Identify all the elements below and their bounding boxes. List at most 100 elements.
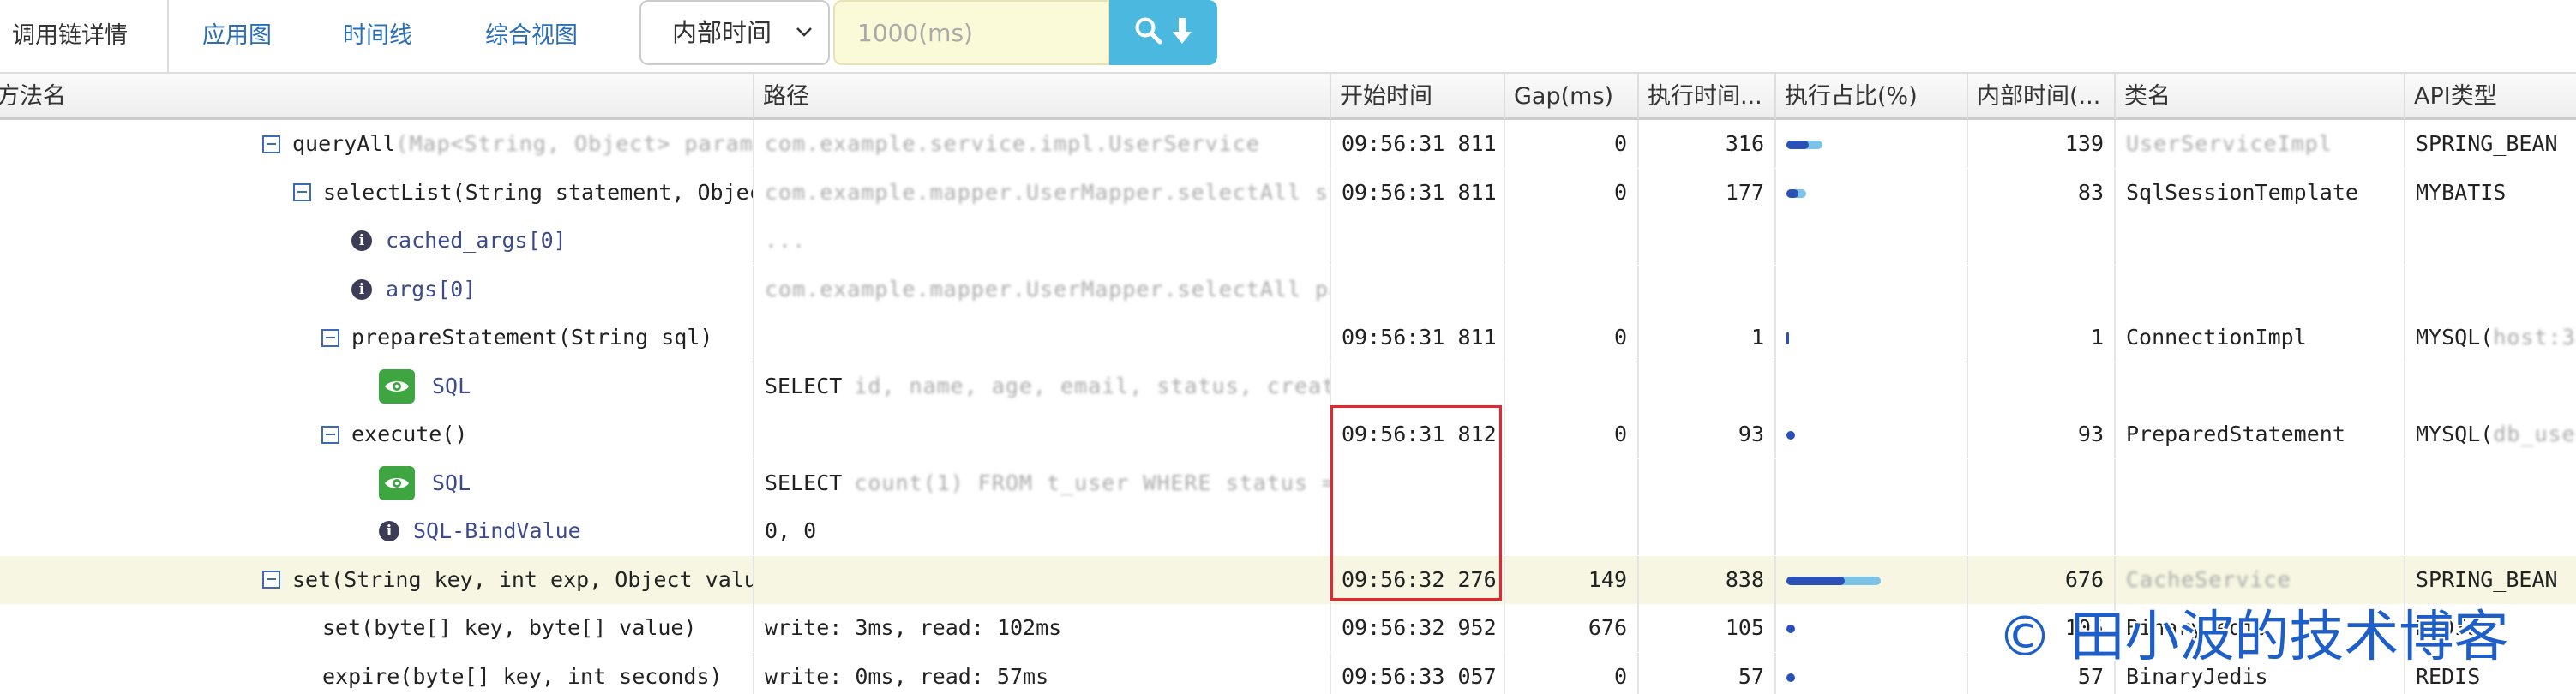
method-label[interactable]: args[0] [386,266,476,314]
start-time-cell [1331,362,1505,410]
path-cell: com.example.service.impl.UserService [754,120,1331,168]
col-header-class-name[interactable]: 类名 [2116,74,2405,119]
tab-call-chain-detail[interactable]: 调用链详情 [0,0,169,72]
ratio-bar-cell [1776,458,1968,507]
start-time-cell-text: 09:56:31 811 [1342,325,1497,350]
api-type-cell-text: REDIS [2416,663,2481,689]
method-label: set(byte[] key, byte[] value) [322,615,697,640]
collapse-toggle-icon[interactable] [321,425,339,444]
gap-cell: 0 [1505,652,1639,694]
table-row[interactable]: i cached_args[0]... [0,217,2576,265]
path-cell: SELECT count(1) FROM t_user WHERE status … [754,458,1331,507]
threshold-input[interactable] [833,0,1109,65]
class-name-cell: BinaryJedis [2116,652,2405,694]
class-name-cell [2116,265,2405,314]
col-header-exec-ratio[interactable]: 执行占比(%) [1776,74,1968,119]
ratio-bar [1786,576,1881,585]
start-time-cell [1331,265,1505,314]
table-row[interactable]: queryAll (Map<String, Object> param) com.e… [0,120,2576,168]
method-cell: set(byte[] key, byte[] value) [0,604,754,652]
api-target-redacted: db_user) [2493,422,2576,446]
class-name-cell-text: SqlSessionTemplate [2126,179,2358,205]
self-time-cell [1968,362,2116,410]
path-cell-text: 0, 0 [765,518,817,543]
api-type-cell-text: MYSQL( [2416,422,2494,446]
filter-search-button[interactable] [1109,0,1217,65]
table-row[interactable]: SQL SELECT id, name, age, email, status, c… [0,362,2576,410]
class-name-cell-text: CacheService [2126,566,2291,592]
method-cell: selectList(String statement, Object para… [0,168,754,217]
api-type-cell-text: REDIS [2416,615,2481,640]
col-header-exec-time[interactable]: 执行时间... [1639,74,1776,119]
collapse-toggle-icon[interactable] [321,328,339,347]
exec-time-cell: 316 [1639,120,1776,168]
api-type-cell-text: MYSQL( [2416,325,2494,350]
col-header-self-time[interactable]: 内部时间(... [1968,74,2116,119]
tab-app-graph[interactable]: 应用图 [202,0,272,72]
collapse-toggle-icon[interactable] [262,135,280,153]
gap-cell: 0 [1505,120,1639,168]
table-row[interactable]: expire(byte[] key, int seconds) write: 0m… [0,652,2576,694]
table-row[interactable]: i args[0] com.example.mapper.UserMapper.se… [0,265,2576,314]
ratio-bar [1786,431,1795,440]
exec-time-cell: 105 [1639,604,1776,652]
collapse-toggle-icon[interactable] [293,183,311,201]
start-time-cell: 09:56:31 811 [1331,314,1505,362]
table-row[interactable]: set(String key, int exp, Object value) 09… [0,555,2576,604]
exec-time-cell: 177 [1639,168,1776,217]
exec-time-cell: 1 [1639,314,1776,362]
tab-combined-view[interactable]: 综合视图 [485,0,578,72]
eye-icon[interactable] [379,465,415,500]
api-type-cell: MYSQL(db_user) [2405,410,2576,458]
col-header-api-type[interactable]: API类型 [2405,74,2576,119]
info-icon: i [351,278,372,300]
class-name-cell-text: UserServiceImpl [2126,131,2333,156]
method-label[interactable]: SQL-BindValue [413,507,581,555]
start-time-cell-text: 09:56:31 811 [1342,179,1497,205]
start-time-cell: 09:56:31 812 [1331,410,1505,458]
tab-timeline[interactable]: 时间线 [343,0,412,72]
api-type-cell-text: SPRING_BEAN [2416,131,2558,156]
exec-time-cell-text: 177 [1725,179,1764,205]
method-cell: queryAll (Map<String, Object> param) [0,120,754,168]
path-cell-text: write: 0ms, read: 57ms [765,663,1049,689]
ratio-bar [1786,332,1789,344]
path-cell: 0, 0 [754,507,1331,555]
path-cell-text: com.example.mapper.UserMapper.selectAll … [765,179,1330,205]
ratio-bar-cell [1776,555,1968,604]
method-label[interactable]: cached_args[0] [386,217,567,265]
eye-icon[interactable] [379,368,415,404]
path-cell-text: ... [765,228,807,253]
col-header-method[interactable]: 方法名 [0,74,754,119]
api-type-cell: MYBATIS [2405,169,2576,217]
toolbar: 调用链详情 应用图 时间线 综合视图 内部时间 [0,0,2576,72]
exec-time-cell: 57 [1639,652,1776,694]
exec-time-cell-text: 316 [1725,131,1764,156]
table-row[interactable]: SQL SELECT count(1) FROM t_user WHERE stat… [0,458,2576,507]
time-type-select[interactable]: 内部时间 [639,0,830,65]
table-row[interactable]: prepareStatement(String sql) 09:56:31 811… [0,314,2576,362]
method-label[interactable]: SQL [432,362,471,410]
table-row[interactable]: selectList(String statement, Object para… [0,168,2576,217]
col-header-path[interactable]: 路径 [754,74,1331,119]
exec-time-cell-text: 838 [1725,566,1764,592]
collapse-toggle-icon[interactable] [262,571,280,589]
method-label[interactable]: SQL [432,459,471,507]
start-time-cell: 09:56:33 057 [1331,652,1505,694]
class-name-cell: CacheService [2116,555,2405,604]
gap-cell: 0 [1505,410,1639,458]
col-header-start-time[interactable]: 开始时间 [1331,74,1505,119]
method-args-redacted: (Map<String, Object> param) [395,131,754,156]
class-name-cell-text: PreparedStatement [2126,422,2345,446]
table-row[interactable]: set(byte[] key, byte[] value) write: 3ms,… [0,604,2576,652]
path-cell: ... [754,217,1331,265]
table-row[interactable]: i SQL-BindValue 0, 0 [0,507,2576,555]
method-cell: SQL [0,362,754,410]
gap-cell: 0 [1505,314,1639,362]
time-type-select-value: 内部时间 [672,18,772,47]
method-cell: set(String key, int exp, Object value) [0,555,754,604]
self-time-cell [1968,217,2116,265]
table-row[interactable]: execute() 09:56:31 812 0 93 93 PreparedStatem… [0,410,2576,458]
api-type-cell: REDIS [2405,653,2576,694]
col-header-gap[interactable]: Gap(ms) [1505,74,1639,119]
